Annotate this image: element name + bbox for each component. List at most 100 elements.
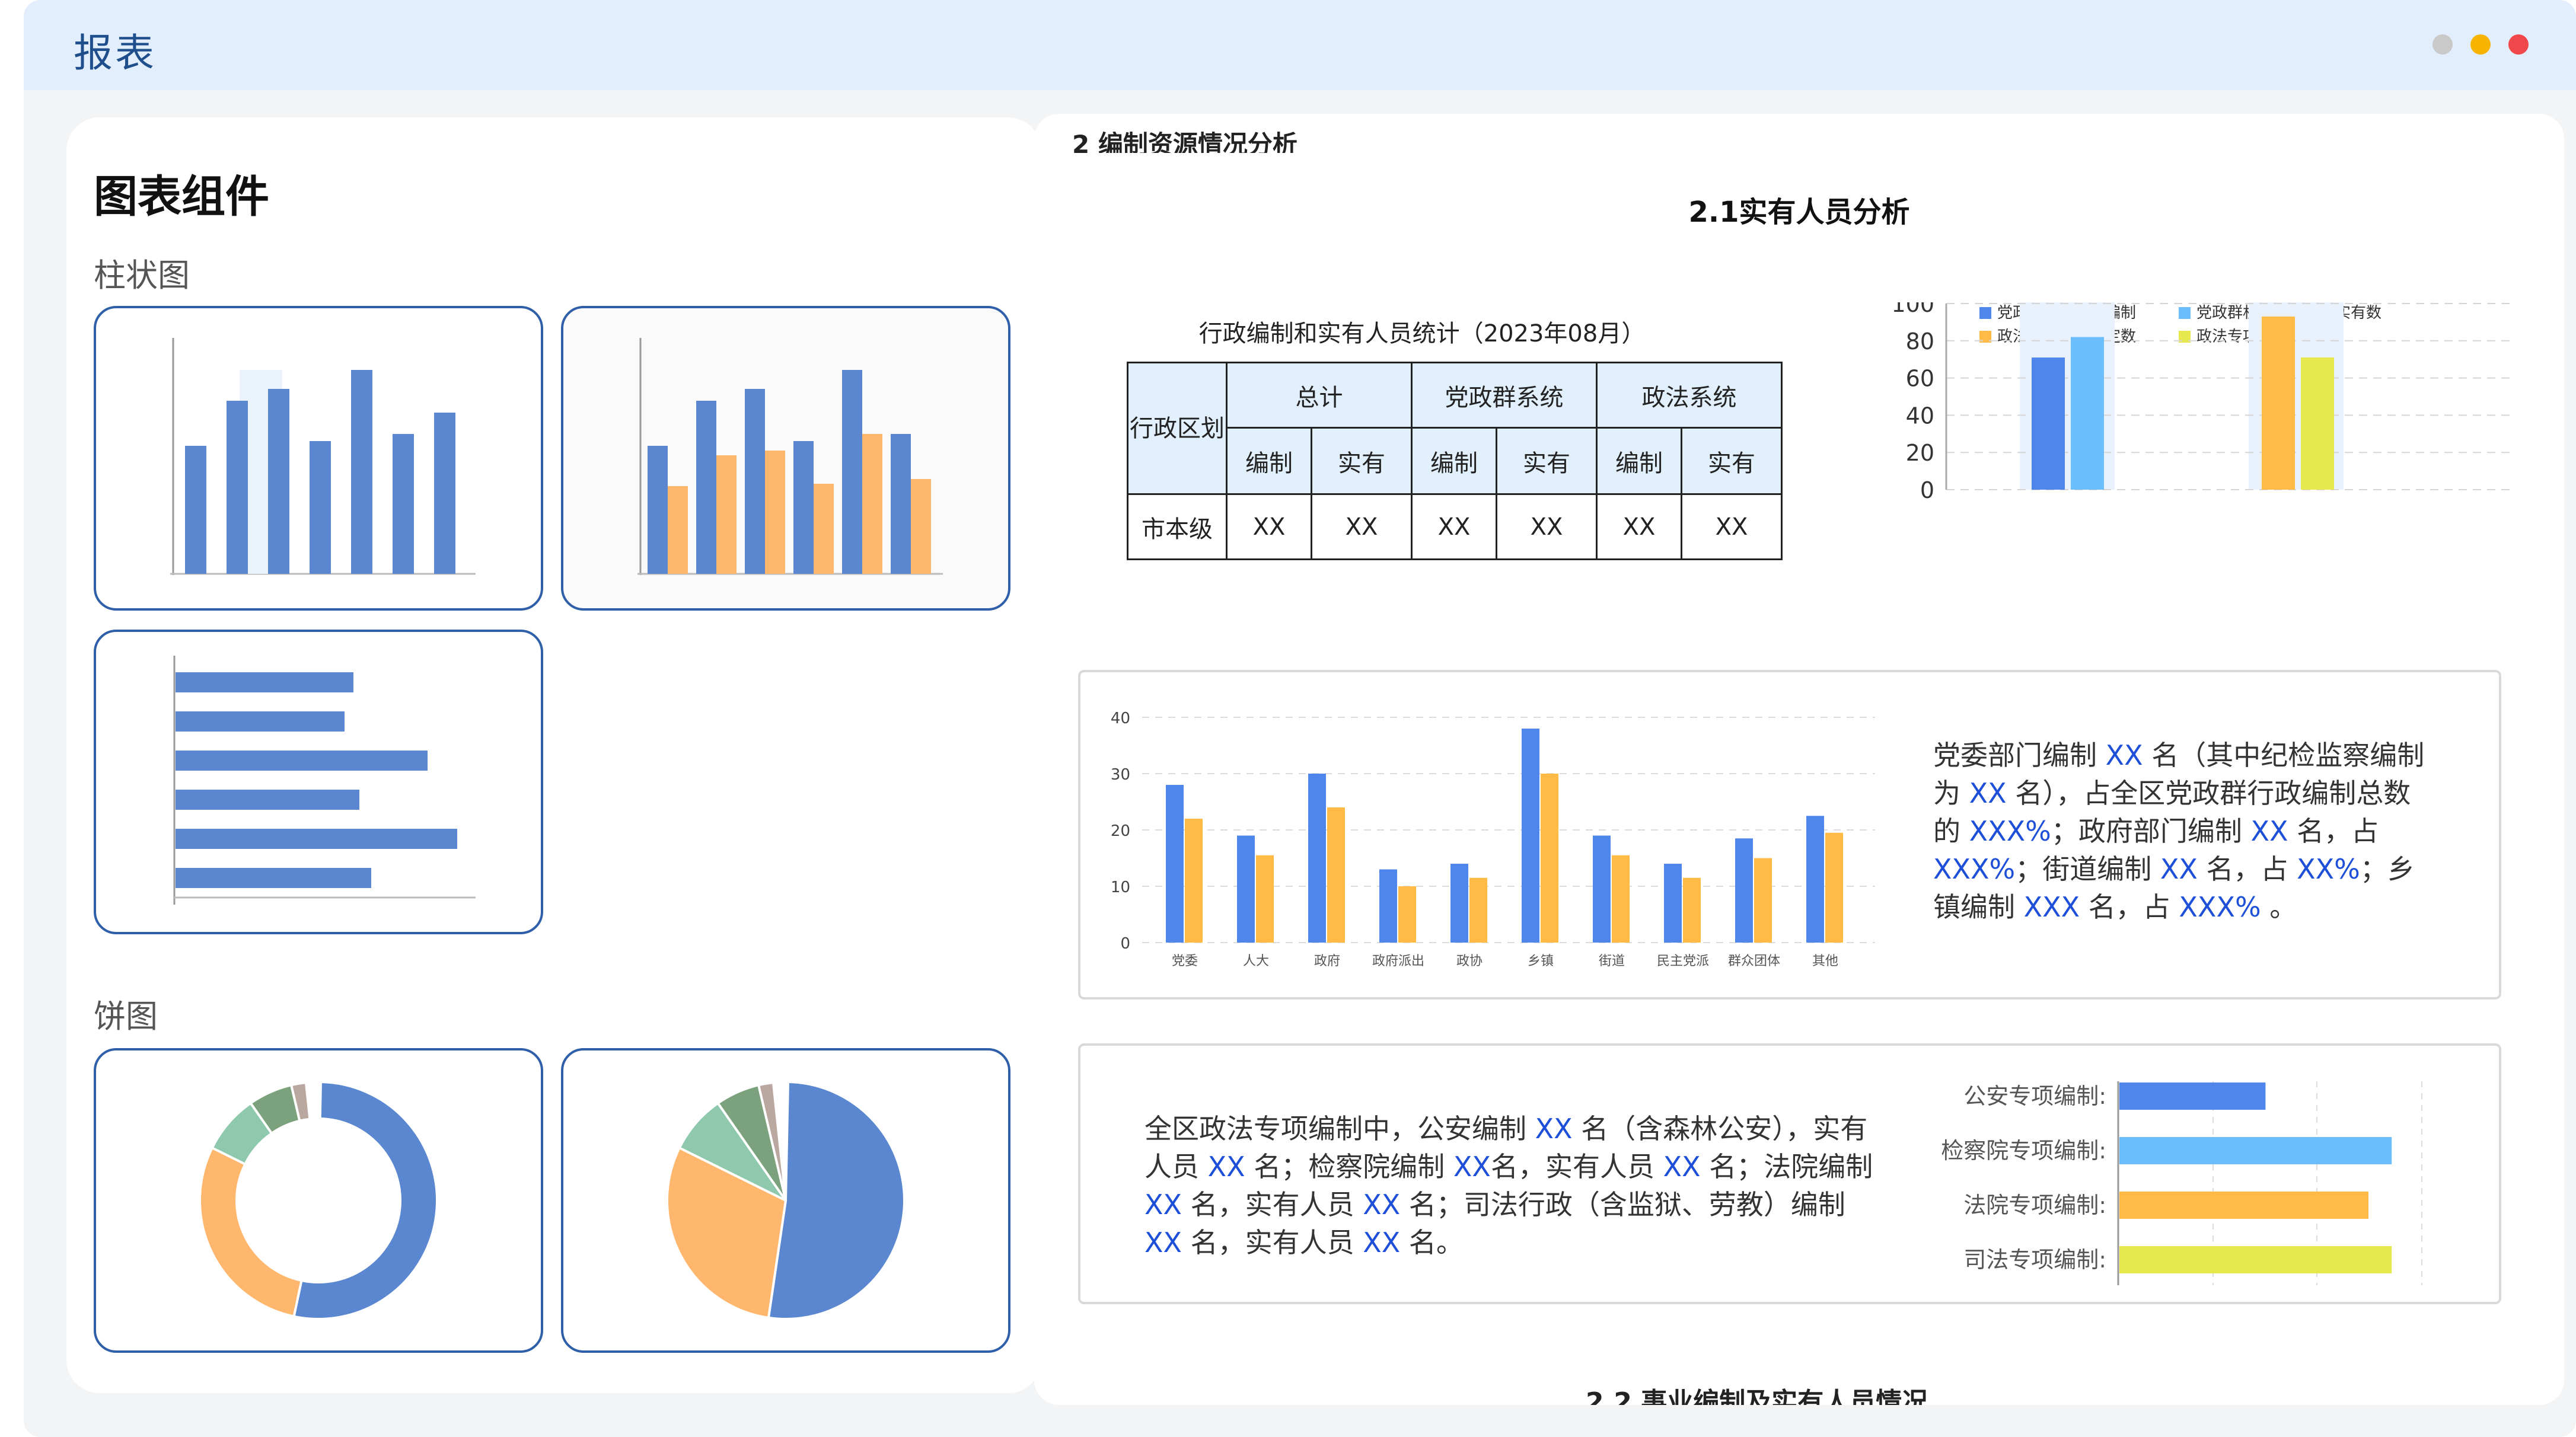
pie-slice	[292, 1080, 438, 1320]
donut-chart-thumbnail[interactable]	[94, 1048, 543, 1353]
x-tick-label: 民主党派	[1657, 954, 1709, 969]
department-staffing-chart: 0 10 20 30 40 党委 人大 政府 政府派出 政协 乡镇 街道 民主党派 群众团体 其他	[1111, 710, 1875, 969]
pie-section-label: 饼图	[94, 998, 158, 1035]
thumb-bar	[891, 434, 911, 574]
bar	[2119, 1137, 2392, 1164]
paragraph-text: ；政府部门编制	[2051, 815, 2251, 847]
table-cell: XX	[1596, 493, 1682, 560]
thumb-bar	[668, 486, 688, 574]
thumb-bar	[862, 434, 882, 574]
table-subheader: 实有	[1496, 427, 1598, 495]
bar	[1379, 869, 1397, 943]
placeholder-value: XXX	[2023, 891, 2080, 923]
law-staffing-text: 全区政法专项编制中，公安编制 XX 名（含森林公安），实有人员 XX 名；检察院…	[1144, 1110, 1880, 1262]
thumb-bar	[765, 451, 785, 574]
bar-chart-single-graphic	[170, 338, 476, 575]
bar	[1683, 877, 1701, 943]
table-cell: XX	[1411, 493, 1497, 560]
placeholder-value: XX	[2105, 739, 2143, 771]
y-tick-label: 30	[1111, 766, 1130, 784]
thumb-bar	[176, 751, 428, 771]
bar	[1237, 835, 1255, 943]
bar	[1327, 807, 1345, 943]
y-tick-label: 20	[1111, 822, 1130, 840]
bar	[1185, 819, 1203, 943]
window-maximize-dot[interactable]	[2470, 34, 2491, 55]
report-preview[interactable]: 2 编制资源情况分析 2.1实有人员分析 行政编制和实有人员统计（2023年08…	[1034, 114, 2564, 1405]
y-tick-label: 0	[1920, 477, 1934, 503]
table-subheader: 实有	[1681, 427, 1783, 495]
paragraph-text: 名，实有人员	[1182, 1227, 1363, 1259]
paragraph-text: 名，实有人员	[1490, 1151, 1663, 1183]
thumb-bar	[176, 829, 457, 849]
bar	[1664, 864, 1682, 943]
app-window: 报表 图表组件 柱状图 饼图 2 编制资源情况分析 2.1实有人员分析 行政编制…	[24, 0, 2576, 1437]
law-staffing-card: 全区政法专项编制中，公安编制 XX 名（含森林公安），实有人员 XX 名；检察院…	[1078, 1043, 2501, 1304]
pie-chart-thumbnail[interactable]	[561, 1048, 1010, 1353]
bar-section-label: 柱状图	[94, 257, 190, 294]
panel-title: 图表组件	[94, 171, 269, 222]
window-minimize-dot[interactable]	[2432, 34, 2453, 55]
bar-chart-single-thumbnail[interactable]	[94, 306, 543, 611]
bar	[1398, 886, 1416, 943]
table-cell: XX	[1311, 493, 1413, 560]
paragraph-text: 名；司法行政（含监狱、劳教）编制	[1400, 1189, 1845, 1221]
thumb-bar	[842, 370, 862, 574]
placeholder-value: XXX%	[2179, 891, 2261, 923]
paragraph-text: 名，占	[2197, 853, 2297, 885]
bar-chart-double-thumbnail[interactable]	[561, 306, 1010, 611]
y-tick-label: 公安专项编制:	[1963, 1083, 2106, 1109]
subsection-title: 2.1实有人员分析	[1688, 196, 1910, 229]
x-tick-label: 政府派出	[1372, 954, 1424, 969]
bar	[1735, 838, 1753, 943]
y-tick-label: 60	[1906, 366, 1934, 392]
y-tick-label: 司法专项编制:	[1963, 1247, 2106, 1273]
table-caption: 行政编制和实有人员统计（2023年08月）	[1198, 320, 1646, 347]
y-tick-label: 10	[1111, 879, 1130, 896]
table-cell: XX	[1681, 493, 1783, 560]
x-tick-label: 乡镇	[1528, 954, 1554, 969]
placeholder-value: XX	[2160, 853, 2198, 885]
thumb-bar	[227, 401, 248, 574]
bar	[1825, 832, 1843, 943]
bar-chart-horizontal-thumbnail[interactable]	[94, 630, 543, 934]
thumb-bar	[393, 434, 414, 574]
bar	[1754, 858, 1772, 943]
thumb-bar	[310, 441, 331, 574]
bar	[1541, 774, 1558, 943]
placeholder-value: XX	[1535, 1113, 1573, 1145]
y-tick-label: 40	[1906, 403, 1934, 429]
paragraph-text: 。	[2261, 891, 2297, 923]
paragraph-text: 名，占	[2080, 891, 2179, 923]
bar	[2071, 337, 2104, 490]
y-tick-label: 40	[1111, 710, 1130, 727]
thumb-bar	[648, 446, 668, 574]
placeholder-value: XX	[1663, 1151, 1701, 1183]
paragraph-text: 全区政法专项编制中，公安编制	[1144, 1113, 1535, 1145]
y-tick-label: 0	[1120, 935, 1130, 953]
table-subheader: 编制	[1596, 427, 1682, 495]
legend-swatch	[2179, 307, 2191, 319]
placeholder-value: XX	[1144, 1227, 1182, 1259]
x-tick-label: 党委	[1172, 954, 1198, 969]
y-tick-label: 100	[1891, 302, 1934, 317]
bar-chart-double-graphic	[637, 338, 943, 575]
pie-slice	[199, 1146, 303, 1318]
next-section-heading-cut: 2.2 事业编制及实有人员情况	[1586, 1387, 1928, 1405]
placeholder-value: XXX%	[1969, 815, 2051, 847]
bar	[2119, 1246, 2392, 1273]
bar	[1593, 835, 1611, 943]
table-group-header: 政法系统	[1596, 362, 1783, 429]
bar	[1166, 785, 1184, 943]
x-tick-label: 街道	[1599, 954, 1625, 969]
thumb-bar	[745, 389, 765, 574]
placeholder-value: XX	[1453, 1151, 1491, 1183]
thumb-bar	[176, 790, 359, 810]
bar-chart-horizontal-graphic	[173, 656, 476, 905]
table-group-header: 党政群系统	[1411, 362, 1598, 429]
table-corner-header: 行政区划	[1127, 362, 1228, 495]
thumb-bar	[176, 672, 353, 692]
window-close-dot[interactable]	[2508, 34, 2529, 55]
thumb-bar	[434, 413, 455, 574]
thumb-bar	[793, 441, 814, 574]
